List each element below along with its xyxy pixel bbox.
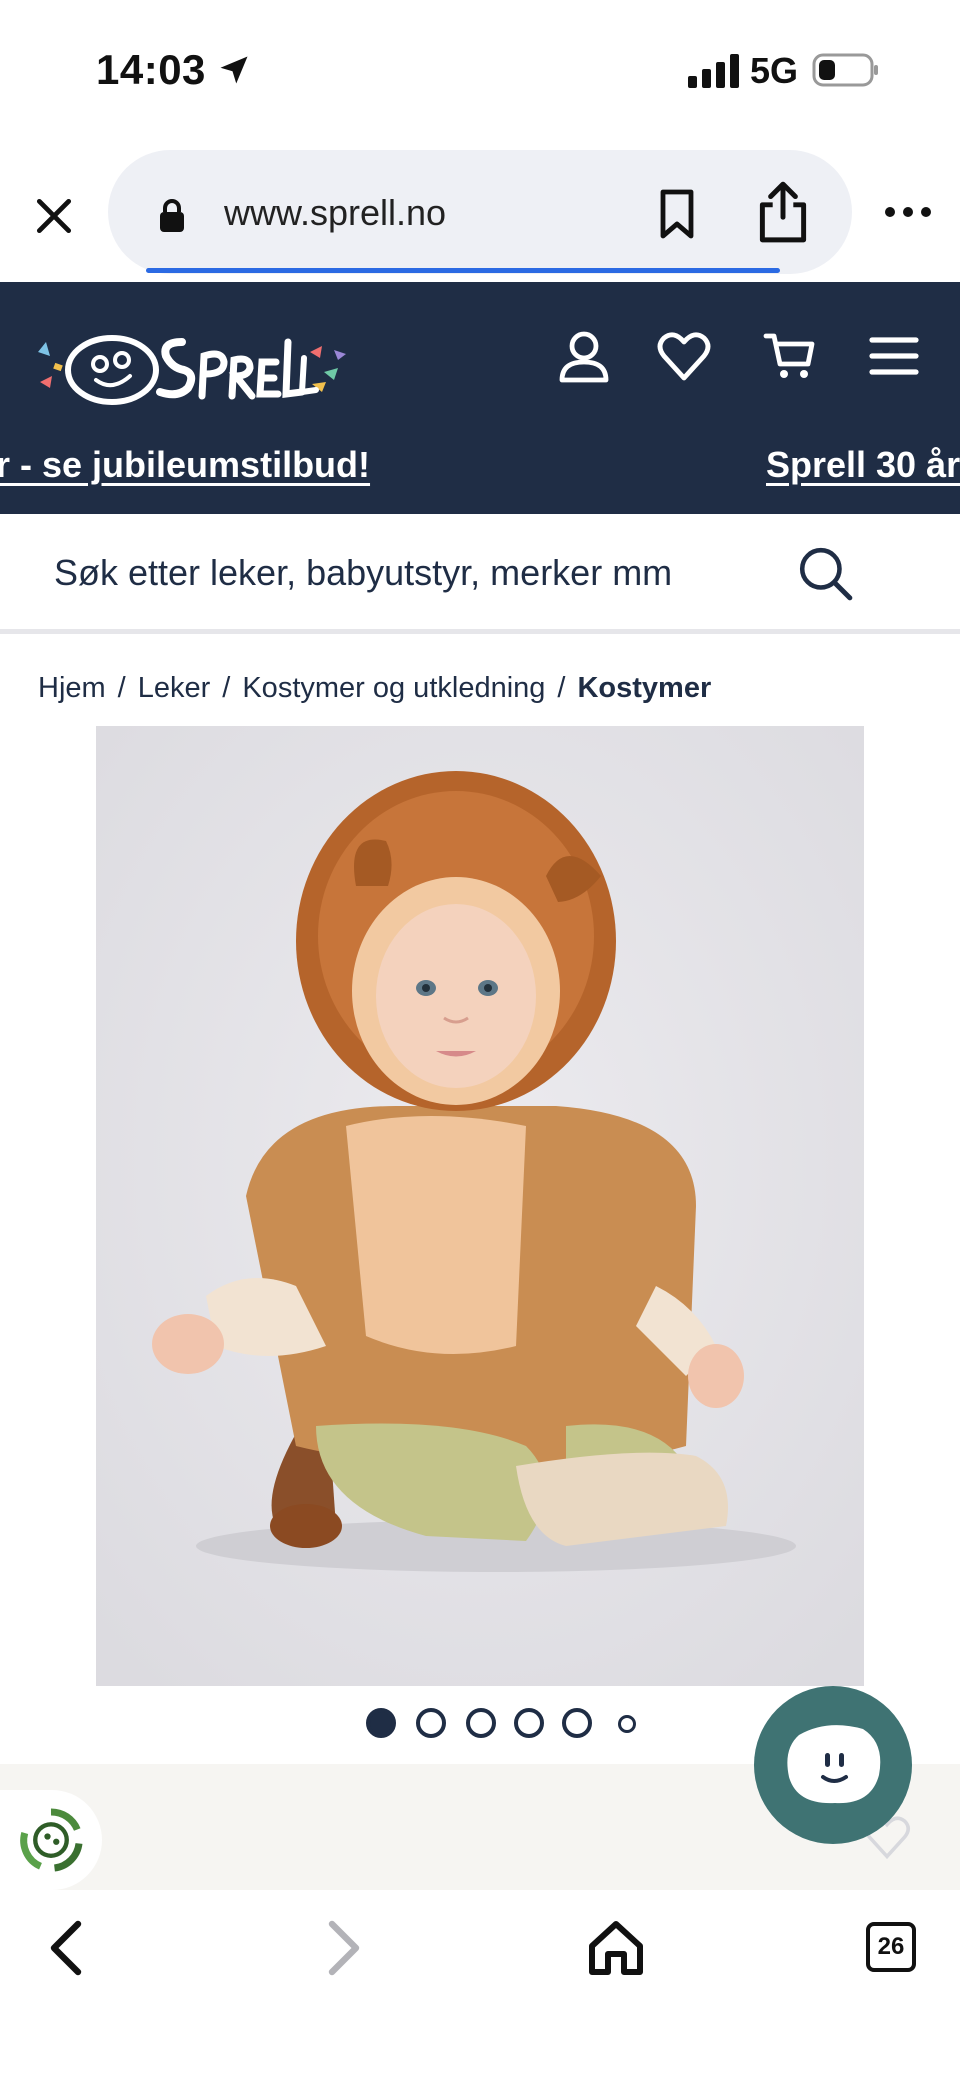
- breadcrumb-separator: /: [222, 672, 231, 704]
- carousel-dot-1[interactable]: [366, 1708, 396, 1738]
- close-icon: [36, 198, 72, 234]
- carousel-dot-4[interactable]: [514, 1708, 544, 1738]
- eco-icon: [20, 1808, 83, 1872]
- announcement-banner: r - se jubileumstilbud! Sprell 30 år: [0, 444, 960, 504]
- sprell-logo[interactable]: [32, 312, 362, 412]
- chat-button[interactable]: [754, 1686, 912, 1844]
- bookmark-icon[interactable]: [652, 186, 702, 242]
- product-image[interactable]: [96, 726, 864, 1686]
- search-input[interactable]: Søk etter leker, babyutstyr, merker mm: [54, 552, 672, 594]
- cart-icon[interactable]: [762, 328, 818, 384]
- lock-icon: [160, 199, 184, 232]
- menu-icon[interactable]: [866, 328, 922, 384]
- heart-icon[interactable]: [656, 328, 712, 384]
- status-time: 14:03: [96, 46, 206, 93]
- home-icon[interactable]: [584, 1916, 648, 1980]
- status-bar: 14:03 5G: [0, 0, 960, 140]
- back-icon[interactable]: [36, 1916, 100, 1980]
- breadcrumb-current: Kostymer: [577, 672, 712, 704]
- close-button[interactable]: [26, 188, 82, 244]
- signal-icon: [688, 54, 739, 88]
- eco-badge[interactable]: [0, 1790, 102, 1890]
- carousel-dot-5[interactable]: [562, 1708, 592, 1738]
- banner-link-offers[interactable]: r - se jubileumstilbud!: [0, 444, 370, 486]
- url-text[interactable]: www.sprell.no: [224, 192, 446, 234]
- more-icon[interactable]: [880, 198, 936, 226]
- tabs-count: 26: [877, 1933, 905, 1960]
- breadcrumb-home[interactable]: Hjem: [38, 672, 106, 705]
- lion-costume-photo: [96, 726, 864, 1686]
- site-header: r - se jubileumstilbud! Sprell 30 år: [0, 282, 960, 514]
- breadcrumb-toys[interactable]: Leker: [138, 672, 211, 705]
- carousel-dot-3[interactable]: [466, 1708, 496, 1738]
- search-bar[interactable]: Søk etter leker, babyutstyr, merker mm: [0, 514, 960, 634]
- image-carousel-dots: [366, 1708, 646, 1742]
- share-icon[interactable]: [754, 178, 812, 244]
- breadcrumb: Hjem / Leker / Kostymer og utkledning / Kostym…: [38, 672, 711, 705]
- carousel-dot-2[interactable]: [416, 1708, 446, 1738]
- breadcrumb-separator: /: [117, 672, 126, 704]
- battery-icon: [812, 53, 878, 87]
- search-icon[interactable]: [796, 544, 854, 602]
- account-icon[interactable]: [556, 328, 612, 384]
- carousel-dot-6[interactable]: [618, 1715, 636, 1733]
- address-bar[interactable]: [108, 150, 852, 274]
- breadcrumb-costumes-dressup[interactable]: Kostymer og utkledning: [242, 672, 545, 705]
- breadcrumb-separator: /: [557, 672, 566, 704]
- page-load-progress: [146, 268, 780, 273]
- banner-link-anniversary[interactable]: Sprell 30 år: [766, 444, 960, 486]
- location-arrow-icon: [220, 56, 248, 84]
- forward-icon[interactable]: [310, 1916, 374, 1980]
- network-label: 5G: [750, 50, 799, 91]
- browser-bottom-toolbar: [0, 1890, 960, 2081]
- chat-icon: [787, 1725, 881, 1804]
- tabs-button[interactable]: 26: [866, 1922, 916, 1972]
